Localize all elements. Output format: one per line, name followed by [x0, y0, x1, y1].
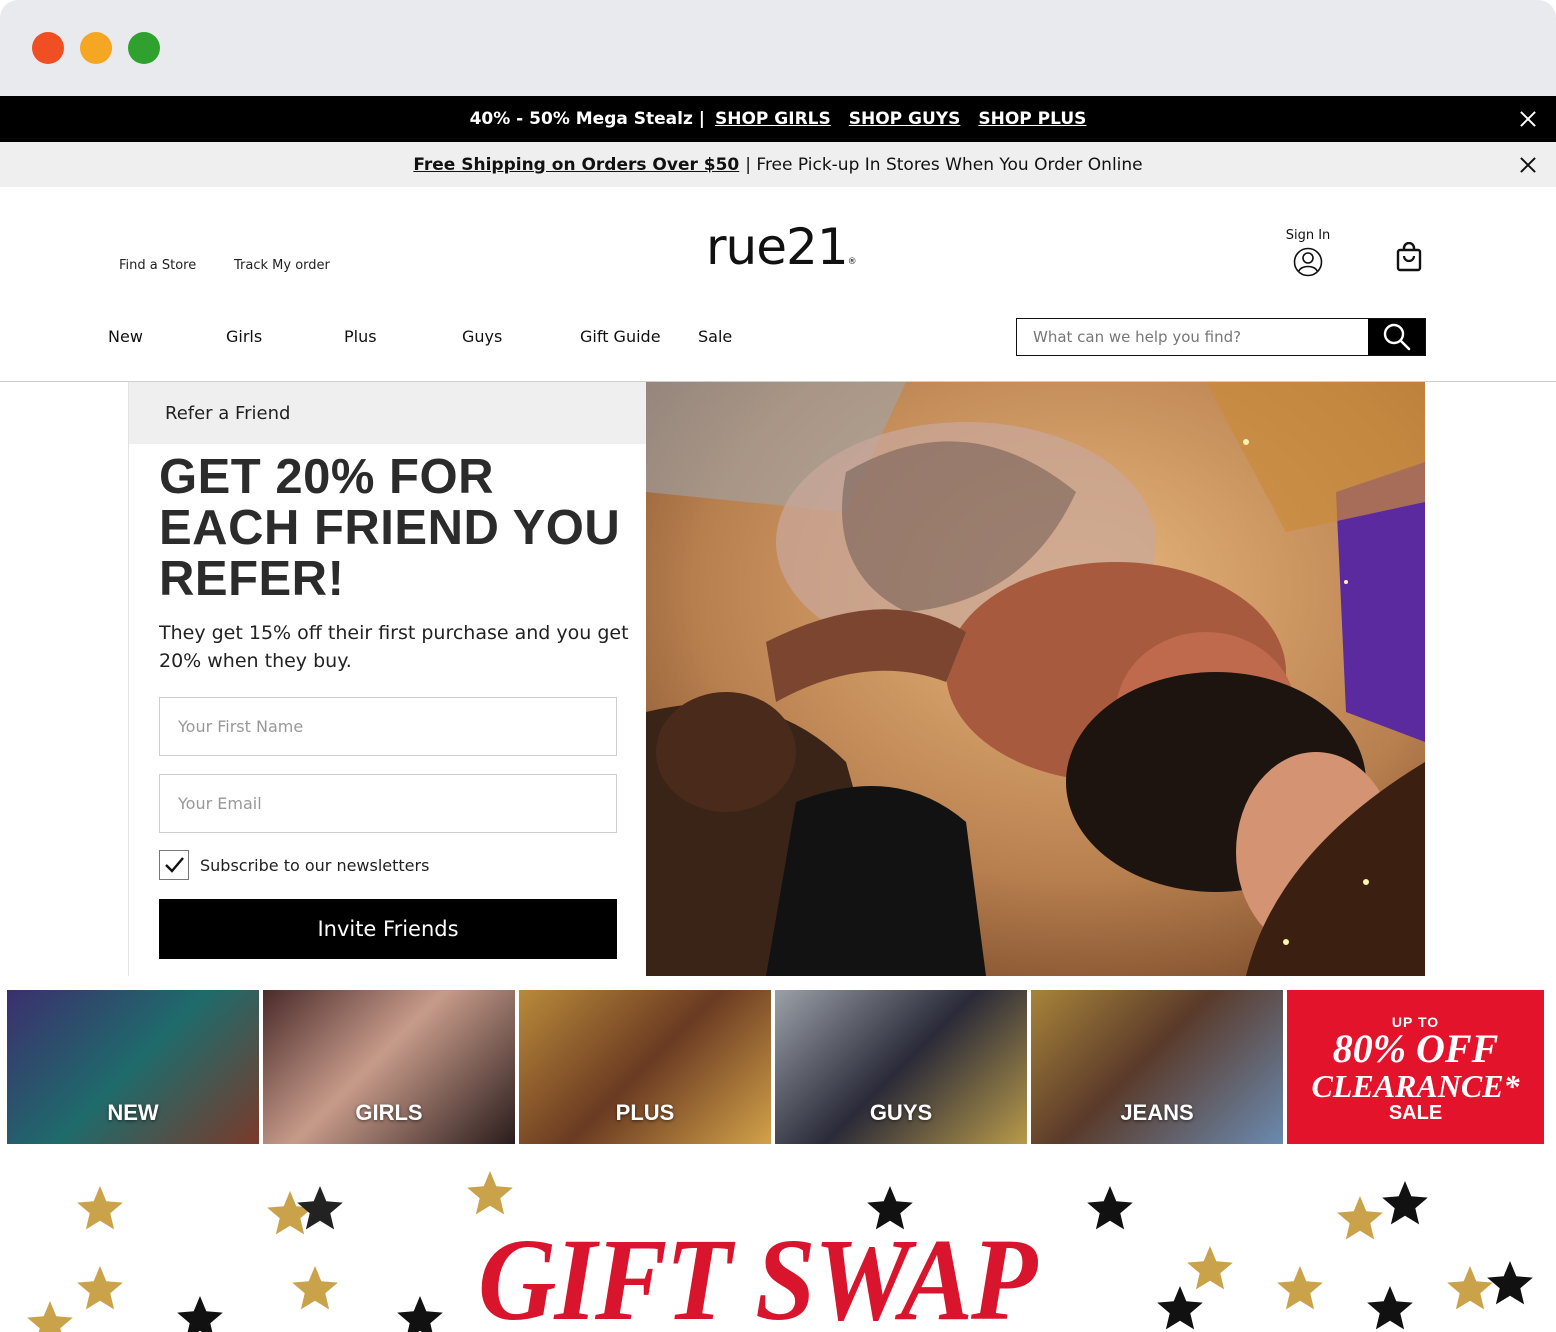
- category-tile-guys[interactable]: GUYS: [775, 990, 1027, 1144]
- search-input[interactable]: [1017, 319, 1368, 355]
- gift-swap-title: GIFT SWAP: [478, 1214, 1037, 1332]
- rue21-logo[interactable]: rue21®: [706, 218, 857, 276]
- star-icon: [1087, 1186, 1133, 1230]
- refer-headline: GET 20% FOR EACH FRIEND YOU REFER!: [159, 450, 621, 606]
- category-label: PLUS: [615, 1100, 675, 1125]
- star-icon: [292, 1266, 338, 1310]
- close-icon[interactable]: [1518, 155, 1538, 175]
- hero-image: [646, 382, 1425, 976]
- checkmark-icon: [165, 857, 184, 873]
- star-icon: [297, 1186, 343, 1230]
- subscribe-checkbox[interactable]: [159, 850, 189, 880]
- nav-item-sale[interactable]: Sale: [698, 327, 732, 346]
- sign-in-button[interactable]: Sign In: [1282, 228, 1334, 277]
- invite-friends-button[interactable]: Invite Friends: [159, 899, 617, 959]
- window-maximize-dot[interactable]: [128, 32, 160, 64]
- gift-swap-banner[interactable]: GIFT SWAP: [0, 1160, 1556, 1332]
- browser-chrome: [0, 0, 1556, 96]
- refer-panel: Refer a Friend GET 20% FOR EACH FRIEND Y…: [128, 382, 646, 976]
- logo-text: rue21: [706, 218, 849, 276]
- subscribe-label: Subscribe to our newsletters: [200, 855, 430, 875]
- first-name-input[interactable]: [160, 698, 616, 755]
- refer-header: Refer a Friend: [129, 382, 646, 444]
- category-tile-jeans[interactable]: JEANS: [1031, 990, 1283, 1144]
- close-icon[interactable]: [1518, 109, 1538, 129]
- sign-in-label: Sign In: [1285, 228, 1331, 243]
- star-icon: [1157, 1286, 1203, 1330]
- shipping-text: | Free Pick-up In Stores When You Order …: [745, 154, 1143, 175]
- star-icon: [1337, 1196, 1383, 1240]
- star-icon: [77, 1186, 123, 1230]
- category-label: GUYS: [869, 1100, 933, 1125]
- star-icon: [267, 1191, 313, 1235]
- nav-item-plus[interactable]: Plus: [344, 327, 377, 346]
- clearance-sale: SALE: [1388, 1102, 1443, 1124]
- find-store-link[interactable]: Find a Store: [119, 258, 196, 273]
- search-button[interactable]: [1368, 319, 1425, 355]
- category-label: JEANS: [1120, 1100, 1194, 1125]
- search-icon: [1383, 323, 1410, 351]
- category-label: GIRLS: [355, 1100, 423, 1125]
- free-shipping-link[interactable]: Free Shipping on Orders Over $50: [413, 155, 739, 175]
- shopping-bag-icon[interactable]: [1396, 242, 1422, 272]
- shop-girls-link[interactable]: SHOP GIRLS: [715, 109, 831, 129]
- shop-plus-link[interactable]: SHOP PLUS: [978, 109, 1086, 129]
- subscribe-row[interactable]: Subscribe to our newsletters: [159, 850, 429, 880]
- star-icon: [1447, 1266, 1493, 1310]
- category-tile-girls[interactable]: GIRLS: [263, 990, 515, 1144]
- window-minimize-dot[interactable]: [80, 32, 112, 64]
- nav-item-girls[interactable]: Girls: [226, 327, 262, 346]
- nav-item-new[interactable]: New: [108, 327, 143, 346]
- star-icon: [177, 1296, 223, 1332]
- star-icon: [1187, 1246, 1233, 1290]
- email-field: [159, 774, 617, 833]
- category-tile-clearance[interactable]: UP TO 80% OFF CLEARANCE* SALE: [1287, 990, 1544, 1144]
- window-close-dot[interactable]: [32, 32, 64, 64]
- nav-item-gift-guide[interactable]: Gift Guide: [580, 327, 661, 346]
- star-icon: [27, 1301, 73, 1332]
- nav-item-guys[interactable]: Guys: [462, 327, 502, 346]
- search-bar: [1016, 318, 1426, 356]
- clearance-label: CLEARANCE*: [1311, 1068, 1520, 1104]
- category-label: NEW: [107, 1100, 159, 1125]
- promo-bar: 40% - 50% Mega Stealz | SHOP GIRLS SHOP …: [0, 96, 1556, 142]
- hero-photo-illustration: [646, 382, 1425, 976]
- promo-lead-text: 40% - 50% Mega Stealz |: [469, 109, 705, 129]
- user-icon: [1293, 247, 1323, 277]
- email-input[interactable]: [160, 775, 616, 832]
- category-tile-plus[interactable]: PLUS: [519, 990, 771, 1144]
- first-name-field: [159, 697, 617, 756]
- star-icon: [1277, 1266, 1323, 1310]
- star-icon: [77, 1266, 123, 1310]
- star-icon: [1367, 1286, 1413, 1330]
- clearance-percent: 80% OFF: [1332, 1026, 1499, 1071]
- star-icon: [397, 1296, 443, 1332]
- track-order-link[interactable]: Track My order: [234, 258, 330, 273]
- category-tile-new[interactable]: NEW: [7, 990, 259, 1144]
- star-icon: [467, 1171, 513, 1215]
- refer-subtext: They get 15% off their first purchase an…: [159, 622, 629, 672]
- star-icon: [1382, 1181, 1428, 1225]
- shop-guys-link[interactable]: SHOP GUYS: [849, 109, 961, 129]
- star-icon: [1487, 1261, 1533, 1305]
- shipping-bar: Free Shipping on Orders Over $50 | Free …: [0, 142, 1556, 187]
